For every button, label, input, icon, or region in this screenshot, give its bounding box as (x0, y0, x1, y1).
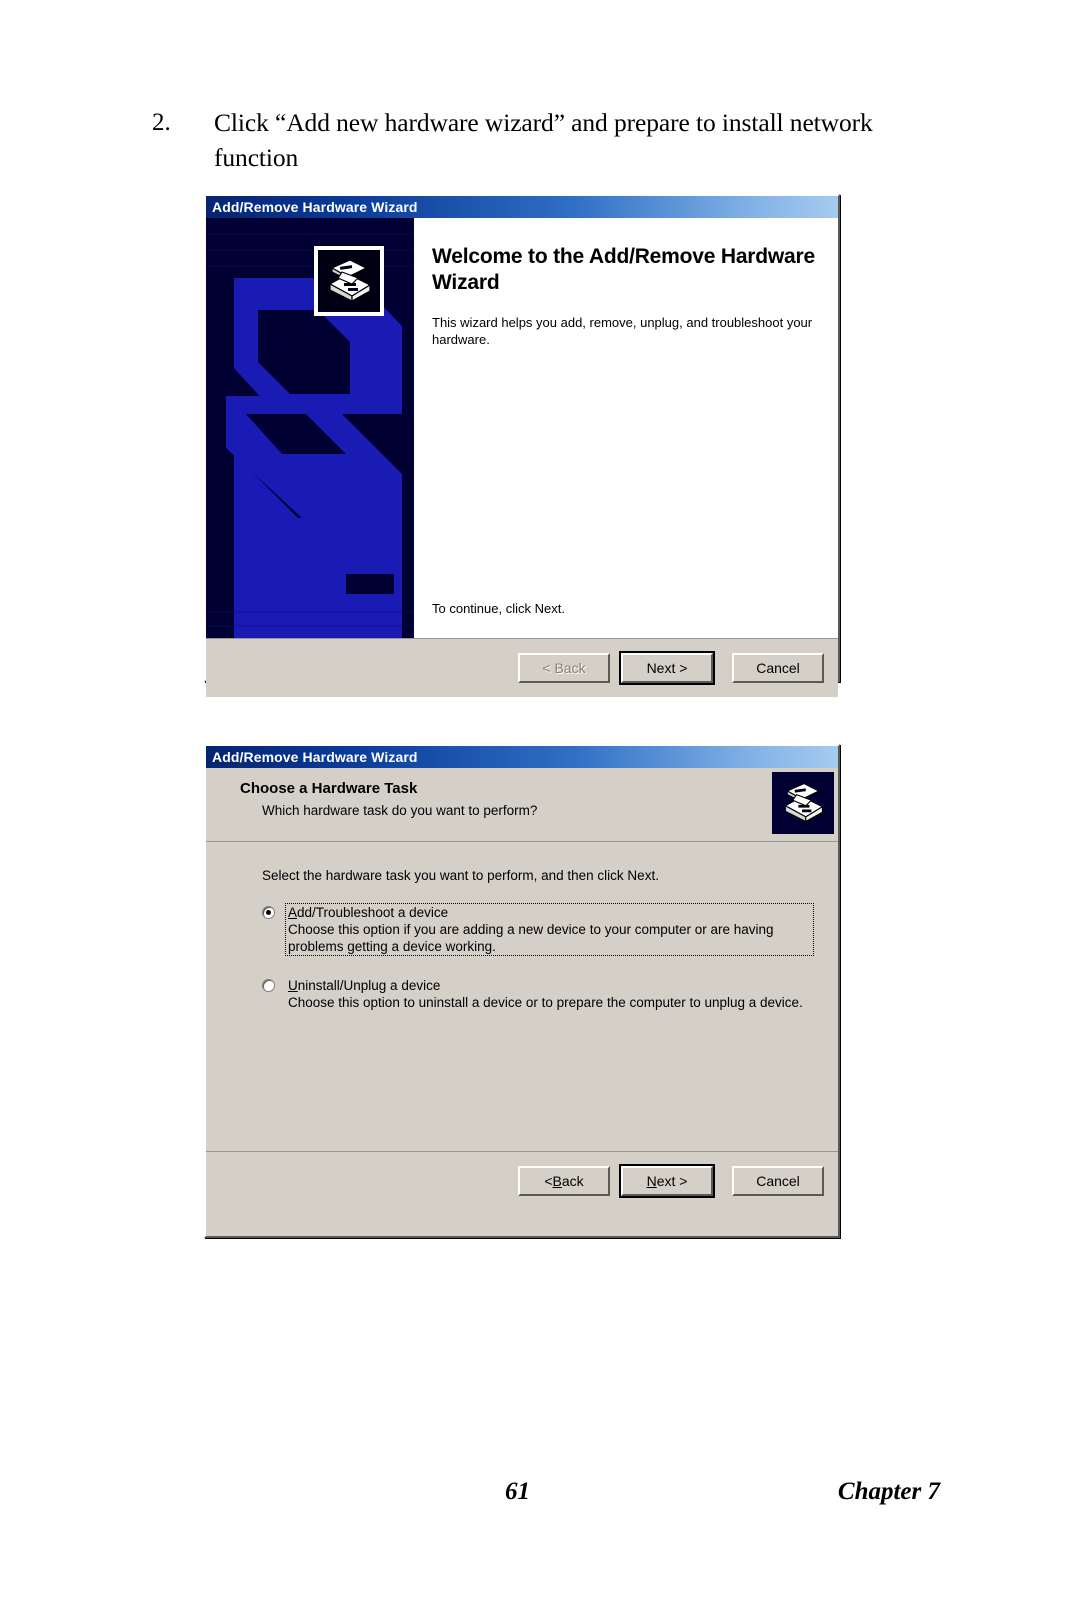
hardware-device-icon (784, 782, 824, 823)
add-remove-hardware-wizard-welcome-dialog: Add/Remove Hardware Wizard Welcome to th… (204, 194, 840, 697)
hardware-task-radio-group: Add/Troubleshoot a device Choose this op… (262, 903, 814, 1012)
radio-option-add-troubleshoot-content: Add/Troubleshoot a device Choose this op… (285, 903, 814, 956)
welcome-heading: Welcome to the Add/Remove Hardware Wizar… (432, 245, 815, 294)
radio-label-rest: ninstall/Unplug a device (297, 978, 441, 993)
cancel-button[interactable]: Cancel (732, 653, 824, 683)
radio-description-uninstall-unplug: Choose this option to uninstall a device… (288, 995, 803, 1010)
radio-button-uninstall-unplug[interactable] (262, 979, 275, 992)
cancel-button[interactable]: Cancel (732, 1166, 824, 1196)
task-body: Select the hardware task you want to per… (206, 842, 838, 1152)
titlebar-label: Add/Remove Hardware Wizard (212, 199, 418, 215)
task-header: Choose a Hardware Task Which hardware ta… (206, 768, 838, 842)
step-number: 2. (152, 109, 171, 136)
radio-option-uninstall-unplug-content: Uninstall/Unplug a device Choose this op… (285, 976, 814, 1012)
radio-label-rest: dd/Troubleshoot a device (297, 905, 449, 920)
task-intro-text: Select the hardware task you want to per… (262, 868, 659, 883)
welcome-paragraph: This wizard helps you add, remove, unplu… (432, 315, 813, 347)
step-text: Click “Add new hardware wizard” and prep… (214, 108, 873, 172)
next-button[interactable]: Next > (619, 1164, 715, 1198)
task-subtitle: Which hardware task do you want to perfo… (262, 803, 538, 818)
instruction-step: 2. Click “Add new hardware wizard” and p… (152, 105, 942, 175)
radio-label-uninstall-unplug: Uninstall/Unplug a device (288, 978, 441, 993)
hardware-device-icon (328, 259, 372, 303)
titlebar-welcome: Add/Remove Hardware Wizard (206, 196, 838, 218)
welcome-button-bar: < Back Next > Cancel (206, 639, 838, 697)
wizard-banner-icon-frame (314, 246, 384, 316)
task-header-icon-frame (772, 772, 834, 834)
titlebar-task: Add/Remove Hardware Wizard (206, 746, 838, 768)
radio-label-add-troubleshoot: Add/Troubleshoot a device (288, 905, 449, 920)
radio-option-add-troubleshoot[interactable]: Add/Troubleshoot a device Choose this op… (262, 903, 814, 956)
add-remove-hardware-wizard-task-dialog: Add/Remove Hardware Wizard Choose a Hard… (204, 744, 840, 1238)
radio-button-add-troubleshoot[interactable] (262, 906, 275, 919)
welcome-continue-text: To continue, click Next. (432, 601, 565, 616)
task-title: Choose a Hardware Task (240, 780, 418, 797)
back-button[interactable]: < Back (518, 653, 610, 683)
titlebar-label: Add/Remove Hardware Wizard (212, 749, 418, 765)
radio-description-add-troubleshoot: Choose this option if you are adding a n… (288, 922, 774, 954)
wizard-banner (206, 218, 414, 638)
chapter-label: Chapter 7 (837, 1478, 940, 1505)
page-footer: 61 Chapter 7 (0, 1478, 1080, 1518)
welcome-body: Welcome to the Add/Remove Hardware Wizar… (206, 218, 838, 639)
back-button[interactable]: < Back (518, 1166, 610, 1196)
next-button[interactable]: Next > (619, 651, 715, 685)
page-number: 61 (505, 1478, 530, 1505)
task-button-bar: < Back Next > Cancel (206, 1152, 838, 1210)
welcome-content: Welcome to the Add/Remove Hardware Wizar… (414, 218, 838, 638)
radio-option-uninstall-unplug[interactable]: Uninstall/Unplug a device Choose this op… (262, 976, 814, 1012)
